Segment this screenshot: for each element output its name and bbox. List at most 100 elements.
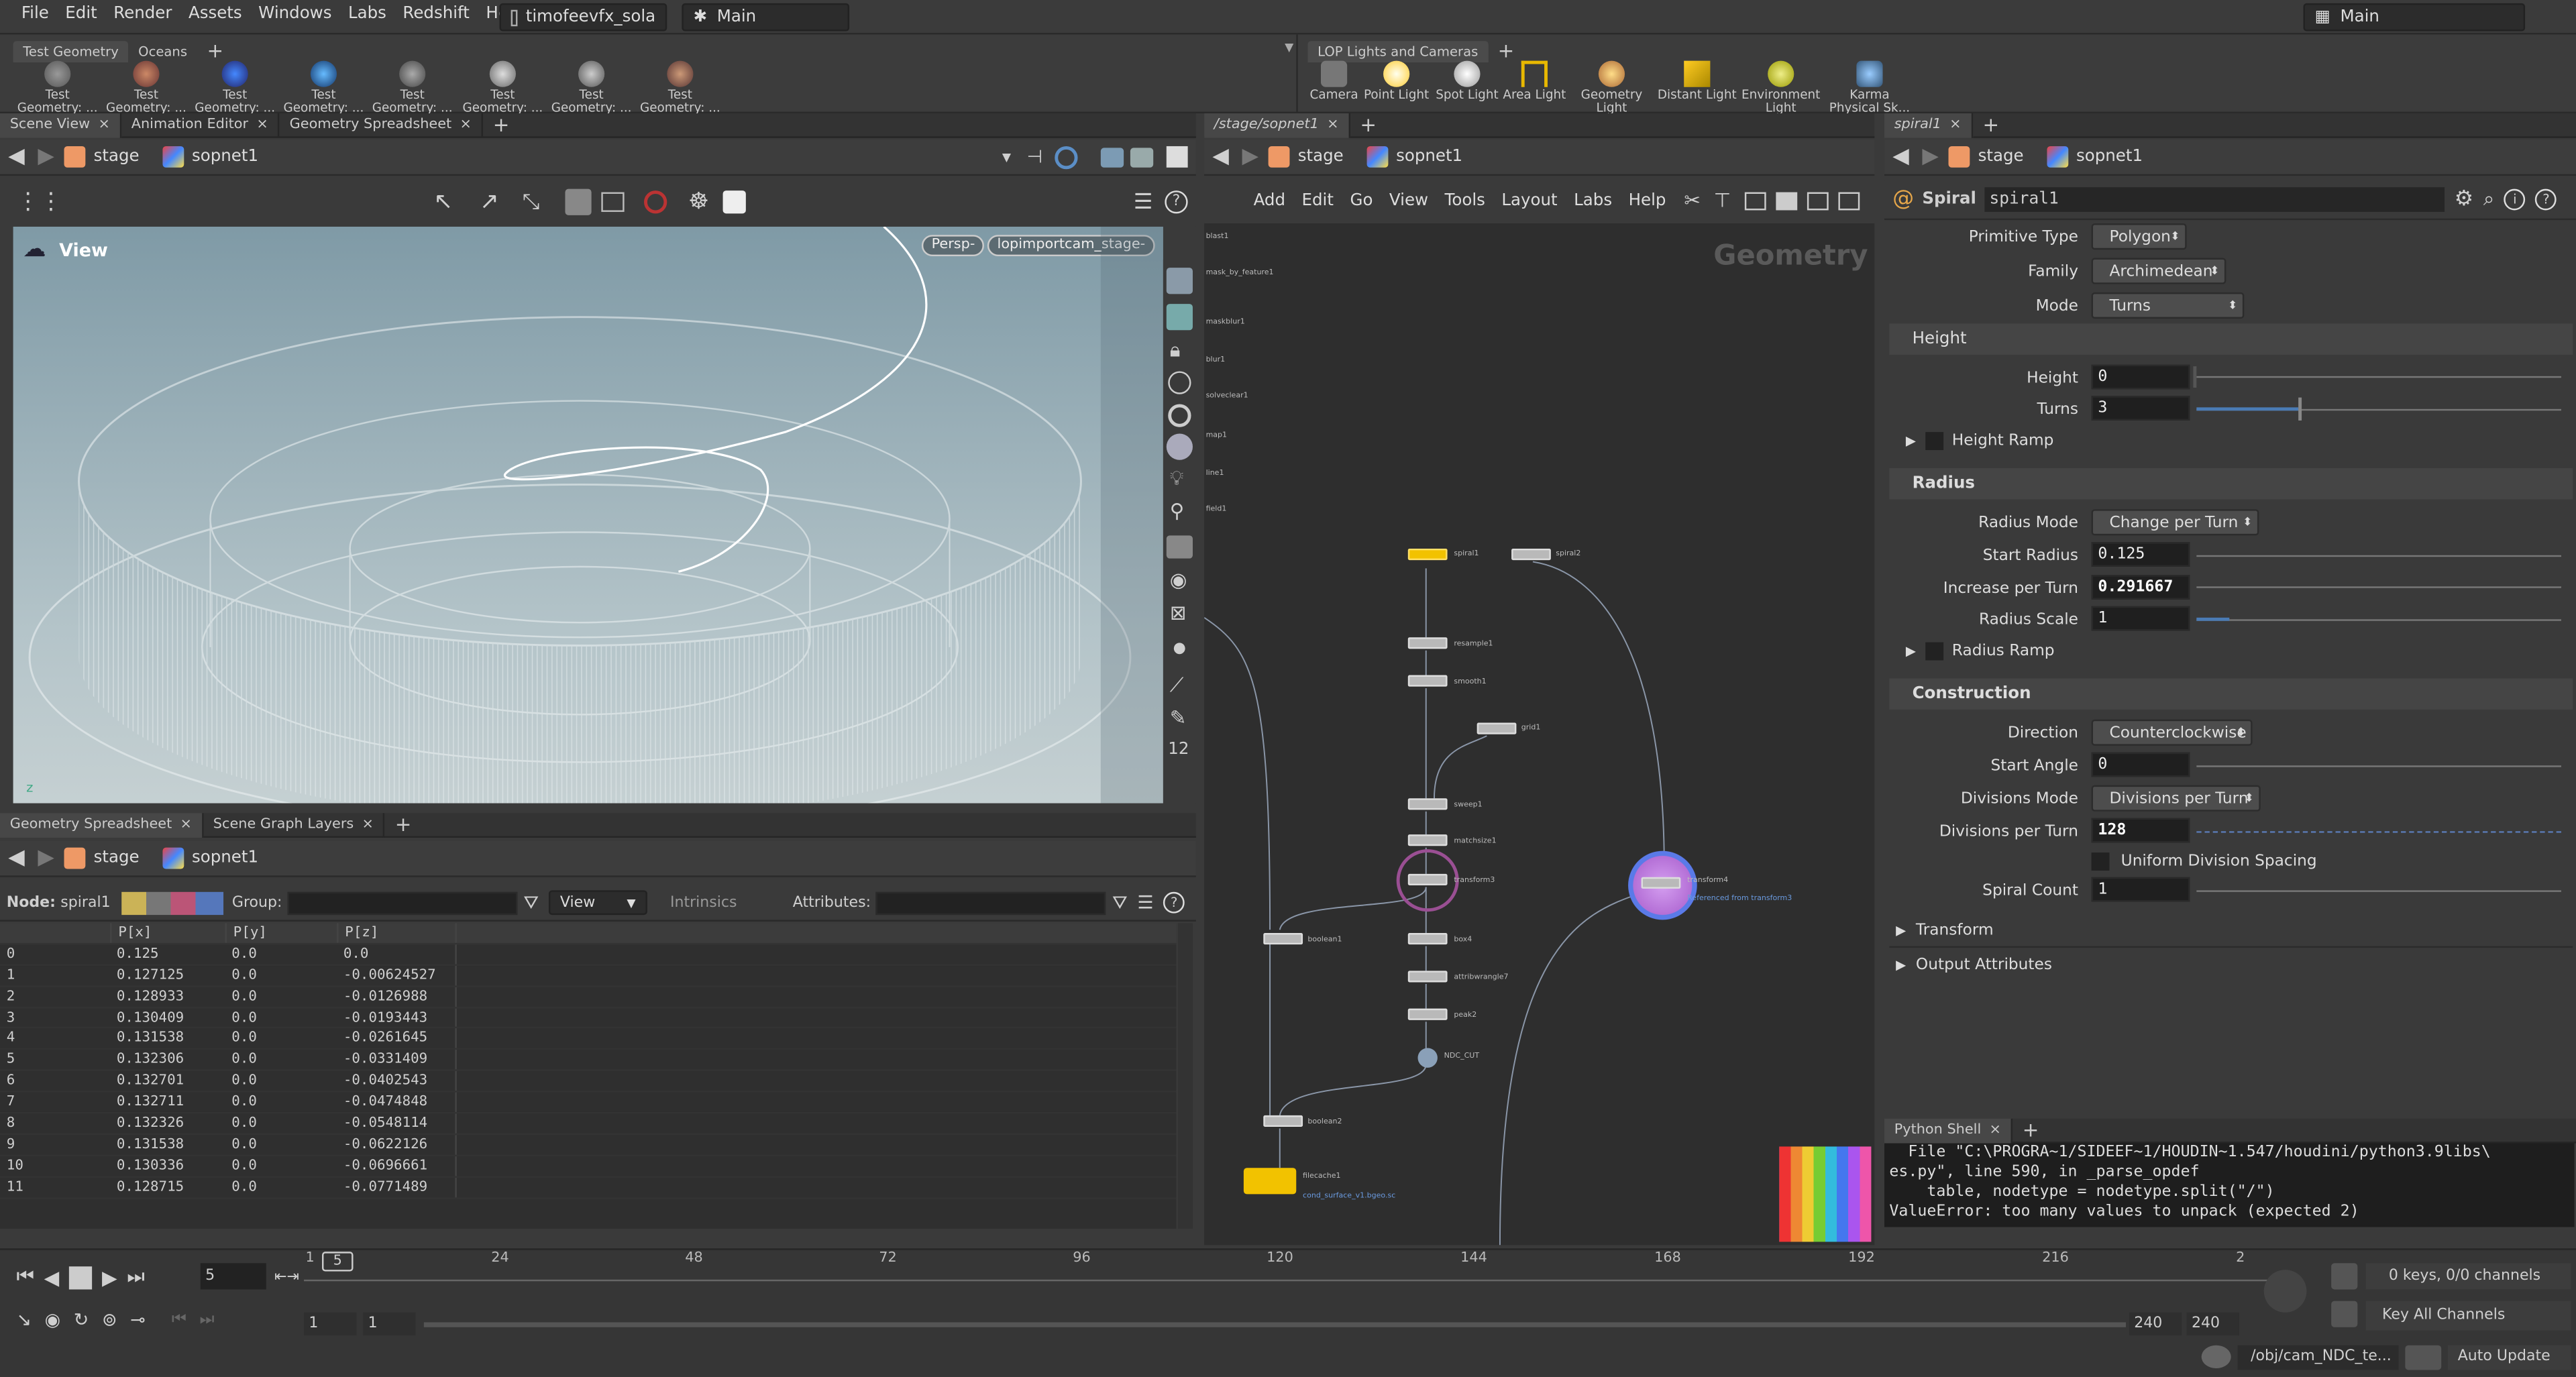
network-view-icon[interactable] [1837, 191, 1860, 210]
table-row[interactable]: 0 0.125 0.0 0.0 [0, 944, 1177, 966]
path-stage[interactable]: stage [64, 146, 140, 168]
time-slider[interactable]: 5 1 24 48 72 96 120 144 168 192 216 2 [304, 1250, 2267, 1293]
node-attribwrangle7[interactable] [1407, 971, 1448, 983]
layout-icon[interactable] [1100, 147, 1124, 167]
radius-mode-menu[interactable]: Change per Turn ⬍ [2091, 509, 2259, 536]
shelf-tab-oceans[interactable]: Oceans [128, 40, 197, 62]
menu-render[interactable]: Render [105, 5, 180, 23]
table-row[interactable]: 3 0.130409 0.0 -0.0193443 [0, 1007, 1177, 1030]
play-icon[interactable]: ▶ [102, 1266, 117, 1288]
background-icon[interactable]: ⊠ [1170, 601, 1187, 624]
node-filecache1[interactable] [1243, 1168, 1297, 1195]
path-dropdown-icon[interactable]: ▼ [1002, 150, 1011, 164]
snap-count[interactable]: 12 [1168, 740, 1189, 759]
step-end-icon[interactable]: ⏭ [200, 1311, 215, 1329]
pin-icon[interactable]: ⊣ [1027, 146, 1042, 168]
snapshot-icon[interactable] [601, 192, 625, 212]
range-slider[interactable] [423, 1322, 2127, 1327]
table-row[interactable]: 2 0.128933 0.0 -0.0126988 [0, 987, 1177, 1008]
keyframe-icon[interactable] [2263, 1270, 2307, 1313]
view-menu[interactable]: ☁ View [23, 237, 108, 263]
group-field[interactable] [286, 891, 517, 914]
realtime-icon[interactable]: ↘ [16, 1309, 32, 1331]
node-spiral2[interactable] [1511, 548, 1551, 561]
add-tab-icon[interactable]: + [2012, 1118, 2049, 1143]
grid-menu-icon[interactable]: ⋮⋮ [16, 189, 62, 215]
tab-scene-view[interactable]: Scene View × [0, 112, 122, 137]
tool-test-geometry-5[interactable]: Test Geometry: ... [370, 60, 455, 115]
isolate-icon[interactable] [1168, 371, 1191, 394]
column-py[interactable]: P[y] [225, 923, 337, 943]
loop-icon[interactable]: ↻ [74, 1309, 89, 1331]
close-icon[interactable]: × [180, 816, 192, 832]
folder-radius[interactable]: Radius [1889, 467, 2573, 500]
spiral-count-slider[interactable] [2196, 890, 2561, 892]
step-back-icon[interactable]: ◀ [44, 1266, 60, 1288]
frame-marker[interactable]: 5 [322, 1252, 354, 1272]
desktop-switch-combo[interactable]: ▦ Main [2303, 3, 2526, 32]
tab-geometry-spreadsheet-top[interactable]: Geometry Spreadsheet × [280, 112, 484, 137]
turns-slider-handle[interactable] [2298, 397, 2302, 421]
tab-python-shell[interactable]: Python Shell × [1884, 1117, 2013, 1143]
network-menu-go[interactable]: Go [1342, 191, 1381, 209]
node-transform3[interactable] [1407, 873, 1448, 886]
camera-icon[interactable]: ◉ [1170, 568, 1187, 591]
node-sweep1[interactable] [1407, 798, 1448, 810]
checkbox[interactable] [1925, 432, 1944, 451]
menu-file[interactable]: File [13, 5, 57, 23]
forward-arrow-icon[interactable]: ▶ [38, 846, 54, 871]
radius-ramp-toggle[interactable]: ▶ Radius Ramp [1906, 642, 2055, 661]
info-icon[interactable]: i [2504, 188, 2526, 211]
add-tab-icon[interactable]: + [483, 113, 519, 137]
intrinsics-button[interactable]: Intrinsics [670, 894, 737, 910]
start-angle-slider[interactable] [2196, 765, 2561, 767]
add-tab-icon[interactable]: + [385, 812, 421, 837]
end-frame-field-2[interactable]: 240 [2186, 1312, 2239, 1336]
table-row[interactable]: 8 0.132326 0.0 -0.0548114 [0, 1113, 1177, 1136]
tree-view-icon[interactable]: ⊤ [1714, 189, 1731, 212]
light-icon[interactable] [1166, 433, 1193, 460]
back-arrow-icon[interactable]: ◀ [8, 145, 24, 170]
node-spiral1[interactable] [1407, 548, 1448, 561]
folder-height[interactable]: Height [1889, 323, 2573, 355]
shelf-tab-lop-lights[interactable]: LOP Lights and Cameras [1307, 40, 1488, 62]
table-row[interactable]: 11 0.128715 0.0 -0.0771489 [0, 1177, 1177, 1199]
auto-update-menu[interactable]: Auto Update [2448, 1345, 2571, 1370]
tool-geometry-light[interactable]: Geometry Light [1569, 60, 1654, 115]
shading-icon[interactable] [1166, 535, 1193, 559]
node-resample1[interactable] [1407, 637, 1448, 649]
divisions-per-turn-field[interactable]: 128 [2091, 818, 2190, 843]
object-path-combo[interactable]: /obj/cam_NDC_te... [2237, 1345, 2399, 1370]
menu-redshift[interactable]: Redshift [394, 5, 478, 23]
turns-field[interactable]: 3 [2091, 396, 2190, 421]
audio-icon[interactable]: ◉ [45, 1309, 61, 1331]
jump-end-icon[interactable]: ⏭ [127, 1265, 144, 1290]
radius-scale-field[interactable]: 1 [2091, 606, 2190, 631]
checkbox[interactable] [1925, 642, 1944, 661]
network-menu-edit[interactable]: Edit [1293, 191, 1342, 209]
back-arrow-icon[interactable]: ◀ [1212, 145, 1228, 170]
start-frame-field-2[interactable]: 1 [363, 1312, 416, 1336]
display-options-icon[interactable]: ☰ [1134, 190, 1153, 215]
display-icon[interactable] [1130, 147, 1154, 167]
filter-icon[interactable]: ⛛ [523, 891, 539, 914]
maximize-icon[interactable] [1166, 146, 1188, 168]
attributes-field[interactable] [875, 891, 1106, 914]
tool-test-geometry-3[interactable]: Test Geometry: ... [193, 60, 278, 115]
help-icon[interactable]: ? [1165, 190, 1188, 214]
channel-icon[interactable] [2331, 1263, 2358, 1290]
sync-icon[interactable]: ⊚ [102, 1309, 117, 1331]
node-name-field[interactable]: spiral1 [1984, 187, 2445, 212]
help-icon[interactable]: ? [2535, 188, 2557, 211]
tab-parameters[interactable]: spiral1 × [1884, 112, 1973, 137]
primitive-type-menu[interactable]: Polygon ⬍ [2091, 223, 2187, 250]
close-icon[interactable]: × [460, 117, 471, 133]
path-stage[interactable]: stage [1948, 146, 2024, 168]
table-row[interactable]: 10 0.130336 0.0 -0.0696661 [0, 1156, 1177, 1178]
mode-menu[interactable]: Turns ⬍ [2091, 292, 2245, 319]
color-palette[interactable] [1779, 1146, 1872, 1242]
shelf-tab-test-geometry[interactable]: Test Geometry [13, 40, 129, 62]
table-row[interactable]: 5 0.132306 0.0 -0.0331409 [0, 1050, 1177, 1072]
tool-test-geometry-7[interactable]: Test Geometry: ... [549, 60, 634, 115]
divisions-slider[interactable] [2196, 831, 2561, 833]
